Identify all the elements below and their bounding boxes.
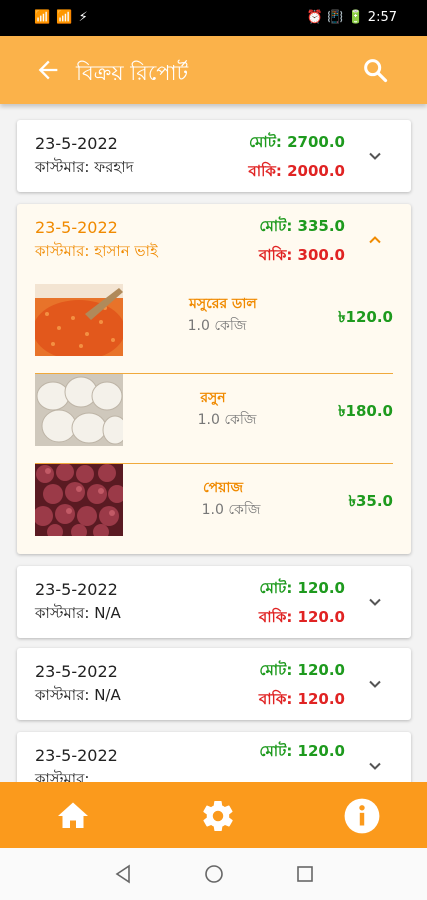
report-total: মোট: 335.0 [259, 217, 345, 235]
chevron-down-icon[interactable] [367, 676, 383, 692]
product-item: পেয়াজ 1.0 কেজি ৳35.0 [35, 464, 393, 548]
system-navigation-bar [0, 848, 427, 900]
product-name: পেয়াজ [202, 480, 243, 496]
report-date: 23-5-2022 [35, 662, 118, 681]
gear-icon[interactable] [200, 798, 236, 834]
product-name: রসুন [200, 390, 226, 406]
report-total: মোট: 120.0 [259, 579, 345, 597]
report-due: বাকি: 300.0 [258, 246, 345, 264]
system-home-icon[interactable] [203, 863, 225, 885]
report-total: মোট: 120.0 [259, 742, 345, 760]
report-card[interactable]: 23-5-2022 কাস্টমার: মোট: 120.0 [17, 732, 411, 784]
report-list[interactable]: 23-5-2022 কাস্টমার: ফরহাদ মোট: 2700.0 বা… [0, 104, 427, 784]
report-total: মোট: 120.0 [259, 661, 345, 679]
report-due: বাকি: 2000.0 [248, 162, 345, 180]
chevron-up-icon[interactable] [367, 232, 383, 248]
product-price: ৳180.0 [338, 402, 393, 420]
product-item: মসুরের ডাল 1.0 কেজি ৳120.0 [35, 284, 393, 374]
product-name: মসুরের ডাল [189, 296, 257, 312]
report-card[interactable]: 23-5-2022 কাস্টমার: N/A মোট: 120.0 বাকি:… [17, 566, 411, 638]
chevron-down-icon[interactable] [367, 594, 383, 610]
report-card[interactable]: 23-5-2022 কাস্টমার: ফরহাদ মোট: 2700.0 বা… [17, 120, 411, 192]
report-date: 23-5-2022 [35, 746, 118, 765]
onions-image [35, 464, 123, 536]
report-date: 23-5-2022 [35, 218, 118, 237]
report-due: বাকি: 120.0 [258, 690, 345, 708]
report-customer: কাস্টমার: ফরহাদ [35, 158, 134, 176]
report-card[interactable]: 23-5-2022 কাস্টমার: N/A মোট: 120.0 বাকি:… [17, 648, 411, 720]
system-back-icon[interactable] [112, 863, 134, 885]
system-recents-icon[interactable] [294, 863, 316, 885]
app-bar: বিক্রয় রিপোর্ট [0, 36, 427, 104]
status-right: ⏰ 📳 🔋 2:57 [306, 10, 397, 25]
bottom-navigation [0, 782, 427, 848]
product-qty: 1.0 কেজি [197, 412, 257, 428]
back-arrow-icon[interactable] [34, 56, 62, 84]
product-price: ৳120.0 [338, 308, 393, 326]
product-qty: 1.0 কেজি [201, 502, 261, 518]
report-customer: কাস্টমার: N/A [35, 686, 121, 704]
signal-indicators: 📶 📶 ⚡ [34, 10, 89, 25]
search-icon[interactable] [361, 56, 389, 84]
product-qty: 1.0 কেজি [187, 318, 247, 334]
product-item: রসুন 1.0 কেজি ৳180.0 [35, 374, 393, 464]
page-title: বিক্রয় রিপোর্ট [76, 61, 189, 85]
chevron-down-icon[interactable] [367, 758, 383, 774]
report-card-expanded[interactable]: 23-5-2022 কাস্টমার: হাসান ভাই মোট: 335.0… [17, 204, 411, 554]
home-icon[interactable] [55, 798, 91, 834]
info-icon[interactable] [343, 797, 381, 835]
garlic-image [35, 374, 123, 446]
report-date: 23-5-2022 [35, 134, 118, 153]
report-customer: কাস্টমার: হাসান ভাই [35, 242, 158, 260]
red-lentils-image [35, 284, 123, 356]
product-price: ৳35.0 [348, 492, 393, 510]
report-total: মোট: 2700.0 [248, 133, 345, 151]
report-customer: কাস্টমার: N/A [35, 604, 121, 622]
chevron-down-icon[interactable] [367, 148, 383, 164]
report-due: বাকি: 120.0 [258, 608, 345, 626]
status-bar: 📶 📶 ⚡ ⏰ 📳 🔋 2:57 [0, 0, 427, 36]
report-date: 23-5-2022 [35, 580, 118, 599]
